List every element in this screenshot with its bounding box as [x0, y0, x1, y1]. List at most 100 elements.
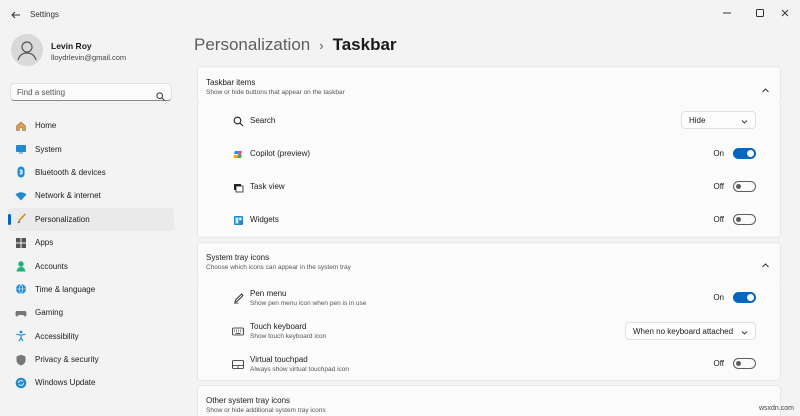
taskbar-item-search-row: Search Hide: [197, 104, 781, 138]
section-subtitle: Show or hide additional system tray icon…: [206, 407, 326, 414]
minimize-icon[interactable]: [720, 6, 734, 20]
taskbar-items-header[interactable]: Taskbar items Show or hide buttons that …: [197, 66, 781, 105]
wifi-icon: [15, 190, 27, 202]
tray-touch-keyboard-row: Touch keyboard Show touch keyboard icon …: [197, 314, 781, 348]
task-view-toggle[interactable]: [733, 181, 756, 192]
update-icon: [15, 377, 27, 389]
pen-icon: [232, 292, 244, 304]
sidebar-nav: Home System Bluetooth & devices Network …: [8, 114, 174, 395]
keyboard-icon: [232, 325, 244, 337]
sidebar-item-personalization[interactable]: Personalization: [8, 207, 174, 231]
sidebar-item-label: Personalization: [35, 214, 90, 224]
active-indicator: [8, 213, 11, 225]
row-label: Copilot (preview): [250, 149, 311, 158]
breadcrumb: Personalization › Taskbar: [194, 35, 397, 55]
row-label: Virtual touchpad: [250, 355, 308, 364]
watermark: wsxdn.com: [758, 405, 794, 412]
breadcrumb-separator: ›: [319, 37, 324, 53]
taskbar-item-task-view-row: Task view Off: [197, 170, 781, 204]
search-box[interactable]: [10, 83, 172, 101]
sidebar-item-label: Accessibility: [35, 331, 79, 341]
brush-icon: [15, 213, 27, 225]
row-sub: Always show virtual touchpad icon: [250, 366, 349, 373]
maximize-icon[interactable]: [753, 6, 767, 20]
sidebar-item-system[interactable]: System: [8, 137, 174, 160]
sidebar-item-gaming[interactable]: Gaming: [8, 301, 174, 324]
row-label: Search: [250, 116, 276, 125]
profile-email: lloydrlevin@gmail.com: [51, 53, 127, 62]
section-subtitle: Choose which icons can appear in the sys…: [206, 264, 351, 271]
pen-menu-toggle[interactable]: [733, 292, 756, 303]
sidebar-item-label: Accounts: [35, 261, 68, 271]
row-label: Pen menu: [250, 289, 287, 298]
dropdown-value: When no keyboard attached: [633, 327, 734, 336]
back-arrow-icon[interactable]: [10, 8, 22, 20]
breadcrumb-parent[interactable]: Personalization: [194, 35, 310, 55]
toggle-state: On: [713, 293, 724, 302]
sidebar-item-windows-update[interactable]: Windows Update: [8, 371, 174, 394]
sidebar-item-label: Windows Update: [35, 378, 96, 388]
other-tray-header[interactable]: Other system tray icons Show or hide add…: [197, 385, 781, 416]
task-view-icon: [232, 181, 244, 193]
widgets-icon: [232, 214, 244, 226]
toggle-state: Off: [713, 215, 724, 224]
sidebar-item-home[interactable]: Home: [8, 114, 174, 137]
sidebar-item-label: Network & internet: [35, 191, 101, 201]
sidebar-item-label: Bluetooth & devices: [35, 167, 106, 177]
section-subtitle: Show or hide buttons that appear on the …: [206, 89, 345, 96]
section-title: Other system tray icons: [206, 396, 291, 405]
search-dropdown[interactable]: Hide: [681, 111, 756, 129]
sidebar-item-bluetooth[interactable]: Bluetooth & devices: [8, 161, 174, 184]
page-title: Taskbar: [332, 35, 397, 54]
home-icon: [15, 120, 27, 132]
search-icon: [232, 115, 244, 127]
sidebar-item-privacy[interactable]: Privacy & security: [8, 348, 174, 371]
widgets-toggle[interactable]: [733, 214, 756, 225]
sidebar-item-accounts[interactable]: Accounts: [8, 254, 174, 277]
sidebar-item-time-language[interactable]: Time & language: [8, 278, 174, 301]
accounts-icon: [15, 260, 27, 272]
sidebar-item-label: Privacy & security: [35, 355, 99, 365]
tray-virtual-touchpad-row: Virtual touchpad Always show virtual tou…: [197, 347, 781, 381]
virtual-touchpad-toggle[interactable]: [733, 358, 756, 369]
accessibility-icon: [15, 330, 27, 342]
toggle-state: Off: [713, 359, 724, 368]
dropdown-value: Hide: [689, 116, 706, 125]
system-icon: [15, 143, 27, 155]
sidebar-item-network[interactable]: Network & internet: [8, 184, 174, 207]
copilot-toggle[interactable]: [733, 148, 756, 159]
row-label: Widgets: [250, 215, 279, 224]
sidebar-item-label: Time & language: [35, 284, 96, 294]
app-title: Settings: [30, 10, 59, 19]
tray-pen-menu-row: Pen menu Show pen menu icon when pen is …: [197, 281, 781, 315]
globe-icon: [15, 283, 27, 295]
toggle-state: Off: [713, 182, 724, 191]
chevron-down-icon: [741, 118, 748, 125]
sidebar-item-label: Gaming: [35, 308, 64, 318]
shield-icon: [15, 354, 27, 366]
touchpad-icon: [232, 358, 244, 370]
taskbar-item-copilot-row: Copilot (preview) On: [197, 137, 781, 171]
bluetooth-icon: [15, 166, 27, 178]
profile-name: Levin Roy: [51, 41, 92, 51]
chevron-up-icon[interactable]: [761, 257, 770, 268]
row-label: Task view: [250, 182, 285, 191]
sidebar-item-accessibility[interactable]: Accessibility: [8, 325, 174, 348]
chevron-up-icon[interactable]: [761, 82, 770, 93]
avatar[interactable]: [11, 34, 43, 66]
close-icon[interactable]: [778, 6, 792, 20]
touch-keyboard-dropdown[interactable]: When no keyboard attached: [625, 322, 756, 340]
row-sub: Show pen menu icon when pen is in use: [250, 300, 367, 307]
sidebar-item-label: Home: [35, 121, 57, 131]
gaming-icon: [15, 307, 27, 319]
row-sub: Show touch keyboard icon: [250, 333, 327, 340]
section-title: System tray icons: [206, 253, 270, 262]
sidebar-item-apps[interactable]: Apps: [8, 231, 174, 254]
search-input[interactable]: [17, 86, 152, 99]
system-tray-header[interactable]: System tray icons Choose which icons can…: [197, 242, 781, 282]
section-title: Taskbar items: [206, 78, 256, 87]
search-icon[interactable]: [156, 88, 165, 101]
toggle-state: On: [713, 149, 724, 158]
taskbar-item-widgets-row: Widgets Off: [197, 203, 781, 238]
sidebar-item-label: Apps: [35, 238, 54, 248]
